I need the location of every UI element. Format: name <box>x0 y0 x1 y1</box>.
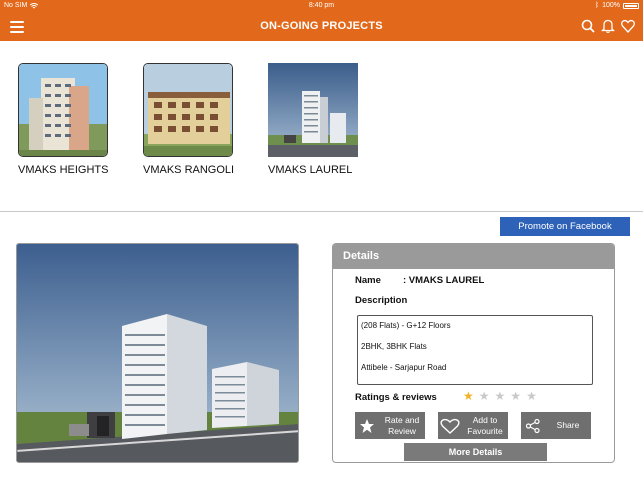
navigation-bar: ON-GOING PROJECTS <box>0 12 643 41</box>
rating-star-icon[interactable]: ★ <box>479 389 490 403</box>
status-right: ᛒ 100% <box>595 2 639 9</box>
search-icon[interactable] <box>581 18 595 34</box>
project-thumbnail <box>268 63 358 157</box>
details-panel: Details Name : VMAKS LAUREL Description … <box>332 243 615 463</box>
rating-star-icon[interactable]: ★ <box>495 389 506 403</box>
rate-review-button[interactable]: Rate and Review <box>355 412 425 439</box>
name-row: Name : VMAKS LAUREL <box>355 275 484 286</box>
heart-icon[interactable] <box>621 18 635 34</box>
description-line: Attibele - Sarjapur Road <box>361 363 447 372</box>
share-label: Share <box>556 420 580 430</box>
bluetooth-icon: ᛒ <box>594 2 600 9</box>
project-label: VMAKS LAUREL <box>268 164 353 176</box>
share-button[interactable]: Share <box>521 412 591 439</box>
status-bar: No SIM 8:40 pm ᛒ 100% <box>0 0 643 12</box>
add-favourite-button[interactable]: Add to Favourite <box>438 412 508 439</box>
rating-star-icon[interactable]: ★ <box>510 389 521 403</box>
description-line: 2BHK, 3BHK Flats <box>361 342 427 351</box>
name-value: : VMAKS LAUREL <box>403 275 485 286</box>
project-card-heights[interactable]: VMAKS HEIGHTS <box>18 63 118 176</box>
heart-outline-icon <box>438 418 462 434</box>
section-divider <box>0 211 643 212</box>
project-label: VMAKS HEIGHTS <box>18 164 109 176</box>
project-card-laurel[interactable]: VMAKS LAUREL <box>268 63 368 176</box>
project-thumbnail <box>143 63 233 157</box>
battery-icon <box>623 2 639 9</box>
promote-facebook-button[interactable]: Promote on Facebook <box>500 217 630 236</box>
projects-carousel: VMAKS HEIGHTS VMAKS RANGOLI VMAKS LAUREL <box>0 41 643 211</box>
navbar-actions <box>581 18 635 34</box>
star-icon <box>355 418 379 434</box>
rate-review-label: Rate and Review <box>384 414 420 436</box>
rating-stars: ★ ★ ★ ★ ★ <box>463 389 537 403</box>
ratings-label: Ratings & reviews <box>355 392 437 403</box>
rating-star-icon[interactable]: ★ <box>526 389 537 403</box>
project-main-image <box>16 243 299 463</box>
app-screen: No SIM 8:40 pm ᛒ 100% ON-GOING PROJECTS <box>0 0 643 482</box>
name-label: Name <box>355 275 381 286</box>
description-box: (208 Flats) - G+12 Floors 2BHK, 3BHK Fla… <box>357 315 593 385</box>
page-title: ON-GOING PROJECTS <box>260 20 383 32</box>
more-details-button[interactable]: More Details <box>404 443 547 461</box>
battery-percent: 100% <box>602 2 620 9</box>
add-favourite-label: Add to Favourite <box>467 414 503 436</box>
description-line: (208 Flats) - G+12 Floors <box>361 321 451 330</box>
project-thumbnail <box>18 63 108 157</box>
description-label: Description <box>355 295 408 306</box>
action-buttons: Rate and Review Add to Favourite Share <box>355 412 591 439</box>
status-time: 8:40 pm <box>308 2 335 9</box>
bell-icon[interactable] <box>600 18 616 34</box>
details-header: Details <box>333 244 614 269</box>
rating-star-icon[interactable]: ★ <box>463 389 474 403</box>
share-icon <box>521 418 545 434</box>
project-label: VMAKS RANGOLI <box>143 164 235 176</box>
project-card-rangoli[interactable]: VMAKS RANGOLI <box>143 63 243 176</box>
